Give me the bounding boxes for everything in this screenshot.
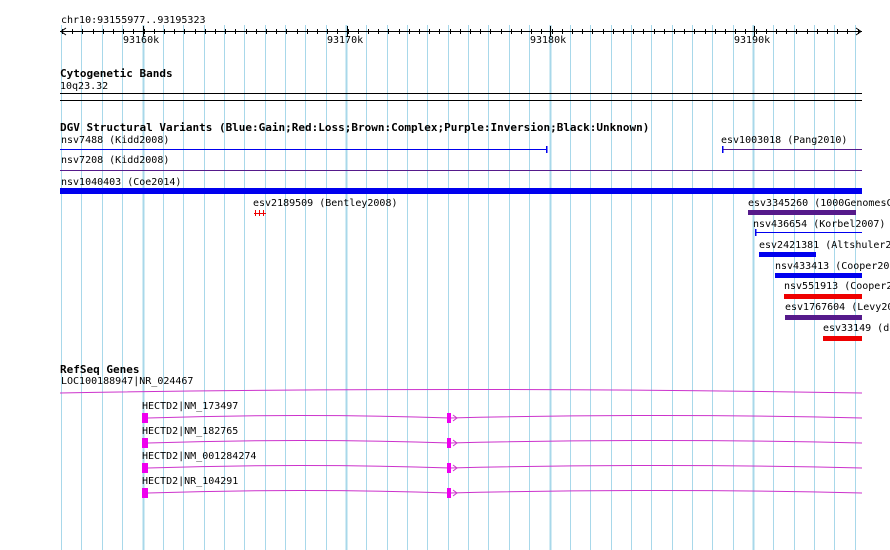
gene-exon <box>447 413 451 423</box>
gene-exon <box>447 463 451 473</box>
ruler-tick-label: 93180k <box>530 35 567 46</box>
variant-label[interactable]: esv1003018 (Pang2010) <box>721 135 847 146</box>
variant-label[interactable]: nsv1040403 (Coe2014) <box>61 177 181 188</box>
gene-intron-line <box>147 415 863 419</box>
gene-label[interactable]: HECTD2|NM_182765 <box>142 426 238 437</box>
variant-label[interactable]: esv3345260 (1000GenomesC <box>748 198 890 209</box>
ruler-tick-label: 93190k <box>734 35 771 46</box>
ruler-tick-label: 93170k <box>327 35 364 46</box>
variant-label[interactable]: nsv7208 (Kidd2008) <box>61 155 169 166</box>
gene-intron-line <box>147 465 863 469</box>
cytoband-label[interactable]: 10q23.32 <box>60 81 108 92</box>
variant-label[interactable]: esv2421381 (Altshuler2 <box>759 240 890 251</box>
gene-exon <box>447 438 451 448</box>
gene-intron-line <box>59 389 863 394</box>
gene-exon <box>142 413 148 423</box>
gene-exon <box>142 438 148 448</box>
gene-exon <box>142 463 148 473</box>
location-label: chr10:93155977..93195323 <box>61 15 206 26</box>
gene-label[interactable]: LOC100188947|NR_024467 <box>61 376 193 387</box>
variant-bar <box>759 252 816 257</box>
gene-label[interactable]: HECTD2|NM_173497 <box>142 401 238 412</box>
genome-browser: chr10:93155977..93195323 93160k 93170k 9… <box>0 0 890 550</box>
ruler-tick-label: 93160k <box>123 35 160 46</box>
gene-intron-line <box>147 490 863 494</box>
variant-bar <box>823 336 862 341</box>
variant-label[interactable]: nsv433413 (Cooper200 <box>775 261 890 272</box>
gene-label[interactable]: HECTD2|NM_001284274 <box>142 451 256 462</box>
variant-label[interactable]: nsv551913 (Cooper2 <box>784 281 890 292</box>
variant-label[interactable]: esv33149 (do <box>823 323 890 334</box>
gene-label[interactable]: HECTD2|NR_104291 <box>142 476 238 487</box>
variant-bar <box>775 273 862 278</box>
gene-exon <box>447 488 451 498</box>
variant-bar <box>784 294 862 299</box>
variant-label[interactable]: nsv436654 (Korbel2007) <box>753 219 885 230</box>
variant-label[interactable]: esv2189509 (Bentley2008) <box>253 198 398 209</box>
dgv-track-title: DGV Structural Variants (Blue:Gain;Red:L… <box>60 121 650 134</box>
refseq-track-title: RefSeq Genes <box>60 363 140 376</box>
track-canvas[interactable] <box>0 0 890 550</box>
variant-label[interactable]: esv1767604 (Levy20 <box>785 302 890 313</box>
variant-bar <box>60 188 862 194</box>
variant-bar <box>785 315 862 320</box>
variant-bar <box>748 210 856 215</box>
variant-label[interactable]: nsv7488 (Kidd2008) <box>61 135 169 146</box>
cytoband-track-title: Cytogenetic Bands <box>60 67 173 80</box>
gene-exon <box>142 488 148 498</box>
gene-intron-line <box>147 440 863 444</box>
